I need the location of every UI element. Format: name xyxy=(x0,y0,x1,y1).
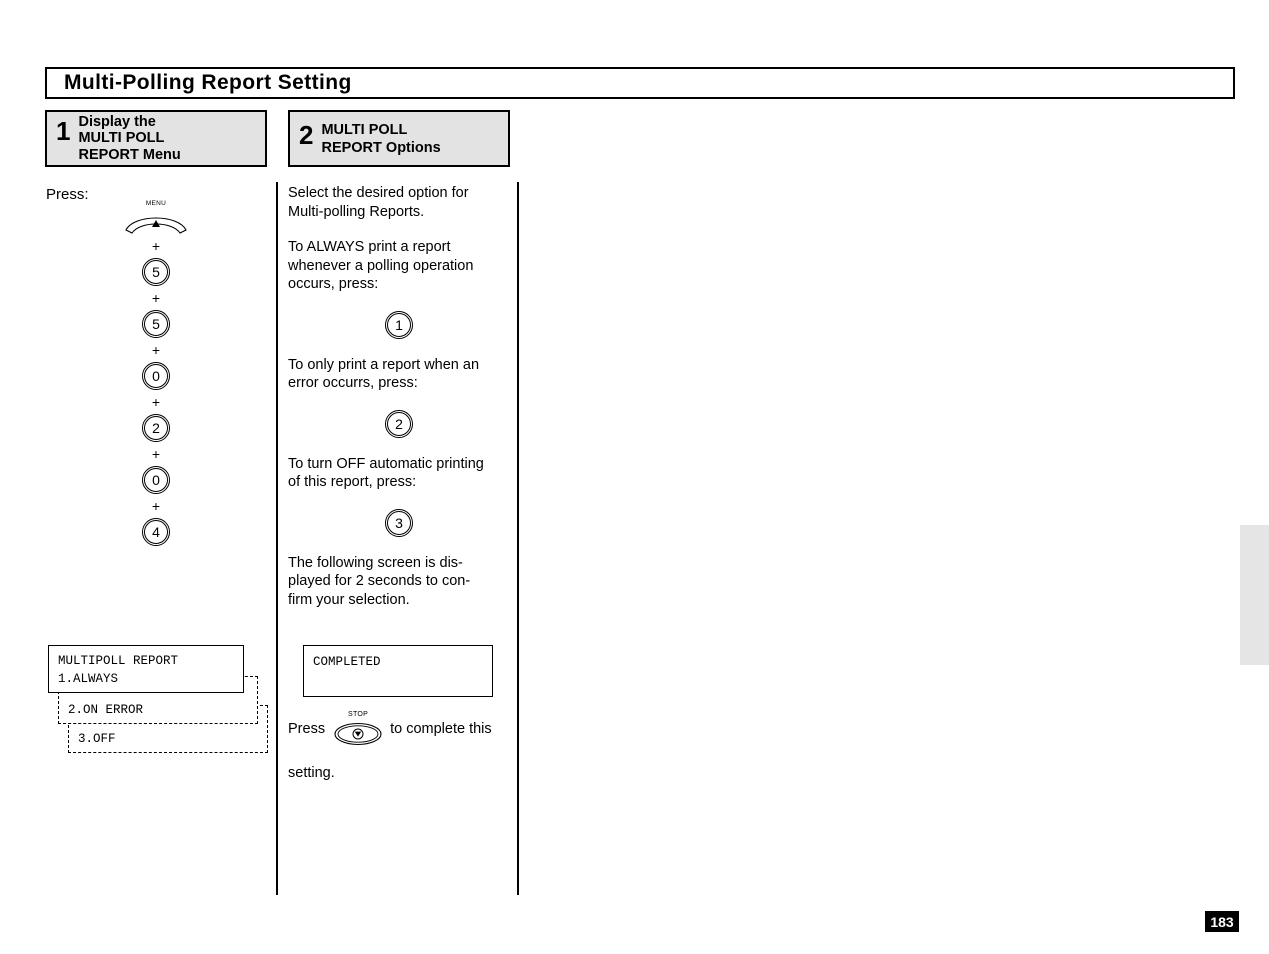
stop-key-label: STOP xyxy=(348,711,369,718)
lcd-completed-text: COMPLETED xyxy=(313,655,381,669)
confirm-paragraph: The following screen is dis- played for … xyxy=(288,554,471,608)
plus-sign-5: + xyxy=(151,446,161,462)
step-header-1: 1 Display the MULTI POLL REPORT Menu xyxy=(45,110,267,167)
step-title-1-line2: MULTI POLL xyxy=(78,130,165,147)
key-digit: 5 xyxy=(152,316,160,332)
press-word: Press xyxy=(288,721,326,737)
key-digit: 2 xyxy=(395,415,403,432)
always-key-wrapper: 1 xyxy=(288,310,510,339)
step-title-2-line2: REPORT Options xyxy=(321,139,441,156)
key-digit: 0 xyxy=(152,472,160,488)
key-sequence-stack: MENU + 5 + 5 + 0 + 2 + 0 + 4 xyxy=(110,200,202,546)
lcd-multipoll-report: MULTIPOLL REPORT 1.ALWAYS xyxy=(48,645,244,693)
always-paragraph: To ALWAYS print a report whenever a poll… xyxy=(288,239,474,292)
lcd-primary-line2: 1.ALWAYS xyxy=(58,672,119,686)
setting-word: setting. xyxy=(288,765,335,781)
step-number-2: 2 xyxy=(299,120,314,150)
error-key-wrapper: 2 xyxy=(288,409,510,438)
step-title-1-line1: Display the xyxy=(78,113,156,130)
off-paragraph: To turn OFF automatic printing of this r… xyxy=(288,455,484,491)
plus-sign-3: + xyxy=(151,342,161,358)
option-key-2[interactable]: 2 xyxy=(385,409,413,438)
numeric-key-2[interactable]: 2 xyxy=(142,414,170,442)
plus-sign-2: + xyxy=(151,290,161,306)
key-digit: 5 xyxy=(152,264,160,280)
complete-text: to complete this xyxy=(390,721,492,737)
option-key-1[interactable]: 1 xyxy=(385,310,413,339)
lcd-display-group: 3.OFF 2.ON ERROR MULTIPOLL REPORT 1.ALWA… xyxy=(48,645,270,760)
step-header-2: 2 MULTI POLL REPORT Options xyxy=(288,110,510,167)
numeric-key-0b[interactable]: 0 xyxy=(142,466,170,494)
lcd-option-off-text: 3.OFF xyxy=(78,732,116,746)
option-key-3[interactable]: 3 xyxy=(385,508,413,537)
on-error-paragraph: To only print a report when an error occ… xyxy=(288,356,480,392)
key-digit: 0 xyxy=(152,368,160,384)
lcd-primary-line1: MULTIPOLL REPORT xyxy=(58,654,179,668)
press-label: Press: xyxy=(46,186,89,203)
step-title-1: Display the MULTI POLL REPORT Menu xyxy=(78,114,180,164)
key-digit: 2 xyxy=(152,420,160,436)
off-key-wrapper: 3 xyxy=(288,508,510,537)
plus-sign-6: + xyxy=(151,498,161,514)
menu-key-label: MENU xyxy=(145,200,167,207)
numeric-key-0a[interactable]: 0 xyxy=(142,362,170,390)
key-digit: 1 xyxy=(395,316,403,333)
page-title-bar: Multi-Polling Report Setting xyxy=(45,67,1235,99)
plus-sign-1: + xyxy=(151,238,161,254)
section-tab-marker xyxy=(1240,525,1269,665)
page-number-badge: 183 xyxy=(1205,911,1239,932)
stop-key-icon[interactable]: STOP xyxy=(333,711,383,746)
middle-column: Select the desired option for Multi-poll… xyxy=(288,184,510,626)
menu-key-icon[interactable]: MENU xyxy=(124,200,188,234)
numeric-key-5a[interactable]: 5 xyxy=(142,258,170,286)
step-title-1-line3: REPORT Menu xyxy=(78,146,181,163)
key-digit: 3 xyxy=(395,514,403,531)
numeric-key-4[interactable]: 4 xyxy=(142,518,170,546)
intro-paragraph: Select the desired option for Multi-poll… xyxy=(288,185,469,220)
key-digit: 4 xyxy=(152,524,160,540)
numeric-key-5b[interactable]: 5 xyxy=(142,310,170,338)
plus-sign-4: + xyxy=(151,394,161,410)
step-title-2: MULTI POLL REPORT Options xyxy=(321,121,440,157)
page-title: Multi-Polling Report Setting xyxy=(64,71,352,94)
column-divider-left xyxy=(276,182,278,895)
press-stop-row: Press STOP to complete this xyxy=(288,711,518,746)
column-divider-right xyxy=(517,182,519,895)
step-number-1: 1 xyxy=(56,116,71,146)
step-title-2-line1: MULTI POLL xyxy=(321,121,408,138)
lcd-option-on-error-text: 2.ON ERROR xyxy=(68,703,144,717)
lcd-completed: COMPLETED xyxy=(303,645,493,697)
